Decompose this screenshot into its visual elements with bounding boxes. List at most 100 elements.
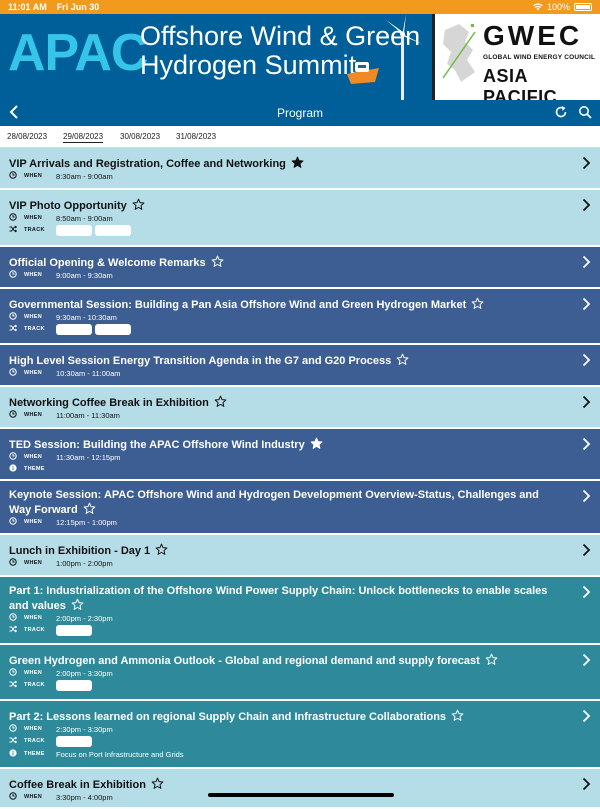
session-when-label: WHEN bbox=[24, 314, 43, 320]
star-icon[interactable] bbox=[451, 709, 464, 726]
session-when-value: 9:00am - 9:30am bbox=[56, 271, 113, 280]
session-title-text: VIP Photo Opportunity bbox=[9, 200, 127, 212]
date-tab[interactable]: 29/08/2023 bbox=[63, 132, 104, 143]
session-track-line: TRACK bbox=[9, 625, 95, 636]
session-row[interactable]: VIP Photo Opportunity WHEN 8:50am - 9:00am… bbox=[0, 190, 600, 247]
search-icon[interactable] bbox=[578, 105, 592, 119]
session-when-value: 12:15pm - 1:00pm bbox=[56, 518, 117, 527]
clock-icon bbox=[9, 171, 18, 182]
star-icon[interactable] bbox=[214, 395, 227, 412]
session-title-text: Green Hydrogen and Ammonia Outlook - Glo… bbox=[9, 655, 480, 667]
banner-apac: APAC bbox=[8, 24, 148, 82]
chevron-right-icon[interactable] bbox=[581, 395, 591, 414]
session-row[interactable]: VIP Arrivals and Registration, Coffee an… bbox=[0, 148, 600, 190]
date-tab[interactable]: 30/08/2023 bbox=[120, 132, 160, 141]
session-when-line: WHEN 3:30pm - 4:00pm bbox=[9, 792, 113, 803]
shuffle-icon bbox=[9, 625, 18, 636]
session-row[interactable]: Green Hydrogen and Ammonia Outlook - Glo… bbox=[0, 645, 600, 701]
session-title: Part 1: Industrialization of the Offshor… bbox=[9, 585, 560, 615]
star-icon[interactable] bbox=[291, 156, 304, 173]
chevron-right-icon[interactable] bbox=[581, 255, 591, 274]
session-when-line: WHEN 8:30am - 9:00am bbox=[9, 171, 113, 182]
session-when-line: WHEN 12:15pm - 1:00pm bbox=[9, 517, 117, 528]
shuffle-icon bbox=[9, 736, 18, 747]
star-icon[interactable] bbox=[471, 297, 484, 314]
session-track-label: TRACK bbox=[24, 682, 45, 688]
chevron-right-icon[interactable] bbox=[581, 437, 591, 456]
star-icon[interactable] bbox=[485, 653, 498, 670]
session-when-label: WHEN bbox=[24, 215, 43, 221]
session-when-line: WHEN 2:00pm - 2:30pm bbox=[9, 613, 113, 624]
chevron-right-icon[interactable] bbox=[581, 777, 591, 796]
date-tab[interactable]: 28/08/2023 bbox=[7, 132, 47, 141]
date-tab[interactable]: 31/08/2023 bbox=[176, 132, 216, 141]
track-tag[interactable] bbox=[56, 680, 92, 691]
session-theme-line: THEME bbox=[9, 464, 56, 475]
session-when-line: WHEN 1:00pm - 2:00pm bbox=[9, 558, 113, 569]
track-tag[interactable] bbox=[95, 225, 131, 236]
session-row[interactable]: Part 2: Lessons learned on regional Supp… bbox=[0, 701, 600, 769]
session-when-value: 8:30am - 9:00am bbox=[56, 172, 113, 181]
session-when-value: 8:50am - 9:00am bbox=[56, 214, 113, 223]
session-row[interactable]: Keynote Session: APAC Offshore Wind and … bbox=[0, 481, 600, 535]
status-date: Fri Jun 30 bbox=[56, 2, 100, 12]
star-icon[interactable] bbox=[132, 198, 145, 215]
star-icon[interactable] bbox=[396, 353, 409, 370]
shuffle-icon bbox=[9, 324, 18, 335]
shuffle-icon bbox=[9, 680, 18, 691]
chevron-right-icon[interactable] bbox=[581, 709, 591, 728]
wind-turbine-icon bbox=[386, 14, 422, 100]
star-icon[interactable] bbox=[151, 777, 164, 794]
chevron-right-icon[interactable] bbox=[581, 653, 591, 672]
star-icon[interactable] bbox=[211, 255, 224, 272]
chevron-right-icon[interactable] bbox=[581, 585, 591, 604]
shuffle-icon bbox=[9, 225, 18, 236]
session-title-text: Official Opening & Welcome Remarks bbox=[9, 257, 206, 269]
session-row[interactable]: Governmental Session: Building a Pan Asi… bbox=[0, 289, 600, 345]
refresh-icon[interactable] bbox=[554, 105, 568, 119]
session-title-text: Part 1: Industrialization of the Offshor… bbox=[9, 585, 548, 612]
session-row[interactable]: High Level Session Energy Transition Age… bbox=[0, 345, 600, 387]
session-theme-label: THEME bbox=[24, 751, 45, 757]
session-when-value: 2:00pm - 2:30pm bbox=[56, 614, 113, 623]
session-when-label: WHEN bbox=[24, 794, 43, 800]
session-when-value: 9:30am - 10:30am bbox=[56, 313, 117, 322]
track-tag[interactable] bbox=[56, 324, 92, 335]
session-row[interactable]: Networking Coffee Break in Exhibition WHE… bbox=[0, 387, 600, 429]
session-theme-label: THEME bbox=[24, 466, 45, 472]
star-icon[interactable] bbox=[155, 543, 168, 560]
chevron-right-icon[interactable] bbox=[581, 297, 591, 316]
clock-icon bbox=[9, 312, 18, 323]
session-when-value: 11:30am - 12:15pm bbox=[56, 453, 121, 462]
session-when-value: 2:30pm - 3:30pm bbox=[56, 725, 113, 734]
session-row[interactable]: Part 1: Industrialization of the Offshor… bbox=[0, 577, 600, 645]
chevron-right-icon[interactable] bbox=[581, 353, 591, 372]
clock-icon bbox=[9, 270, 18, 281]
session-row[interactable]: Lunch in Exhibition - Day 1 WHEN 1:00pm - … bbox=[0, 535, 600, 577]
session-title-text: VIP Arrivals and Registration, Coffee an… bbox=[9, 158, 286, 170]
chevron-right-icon[interactable] bbox=[581, 489, 591, 508]
session-row[interactable]: TED Session: Building the APAC Offshore … bbox=[0, 429, 600, 481]
status-time: 11:01 AM bbox=[8, 2, 47, 12]
chevron-right-icon[interactable] bbox=[581, 543, 591, 562]
session-title-text: Coffee Break in Exhibition bbox=[9, 779, 146, 791]
track-tag[interactable] bbox=[56, 736, 92, 747]
star-icon[interactable] bbox=[310, 437, 323, 454]
session-title-text: Networking Coffee Break in Exhibition bbox=[9, 397, 209, 409]
clock-icon bbox=[9, 792, 18, 803]
session-when-label: WHEN bbox=[24, 560, 43, 566]
session-row[interactable]: Coffee Break in Exhibition WHEN 3:30pm - 4… bbox=[0, 769, 600, 809]
session-when-line: WHEN 9:00am - 9:30am bbox=[9, 270, 113, 281]
session-theme-value: Focus on Port Infrastructure and Grids bbox=[56, 750, 184, 759]
track-tag[interactable] bbox=[56, 625, 92, 636]
battery-percent: 100% bbox=[546, 2, 570, 12]
asia-map-icon bbox=[442, 24, 476, 82]
track-tag[interactable] bbox=[56, 225, 92, 236]
chevron-right-icon[interactable] bbox=[581, 198, 591, 217]
chevron-right-icon[interactable] bbox=[581, 156, 591, 175]
session-row[interactable]: Official Opening & Welcome Remarks WHEN 9:… bbox=[0, 247, 600, 289]
session-track-label: TRACK bbox=[24, 227, 45, 233]
session-when-value: 3:30pm - 4:00pm bbox=[56, 793, 113, 802]
home-indicator[interactable] bbox=[208, 793, 394, 797]
track-tag[interactable] bbox=[95, 324, 131, 335]
